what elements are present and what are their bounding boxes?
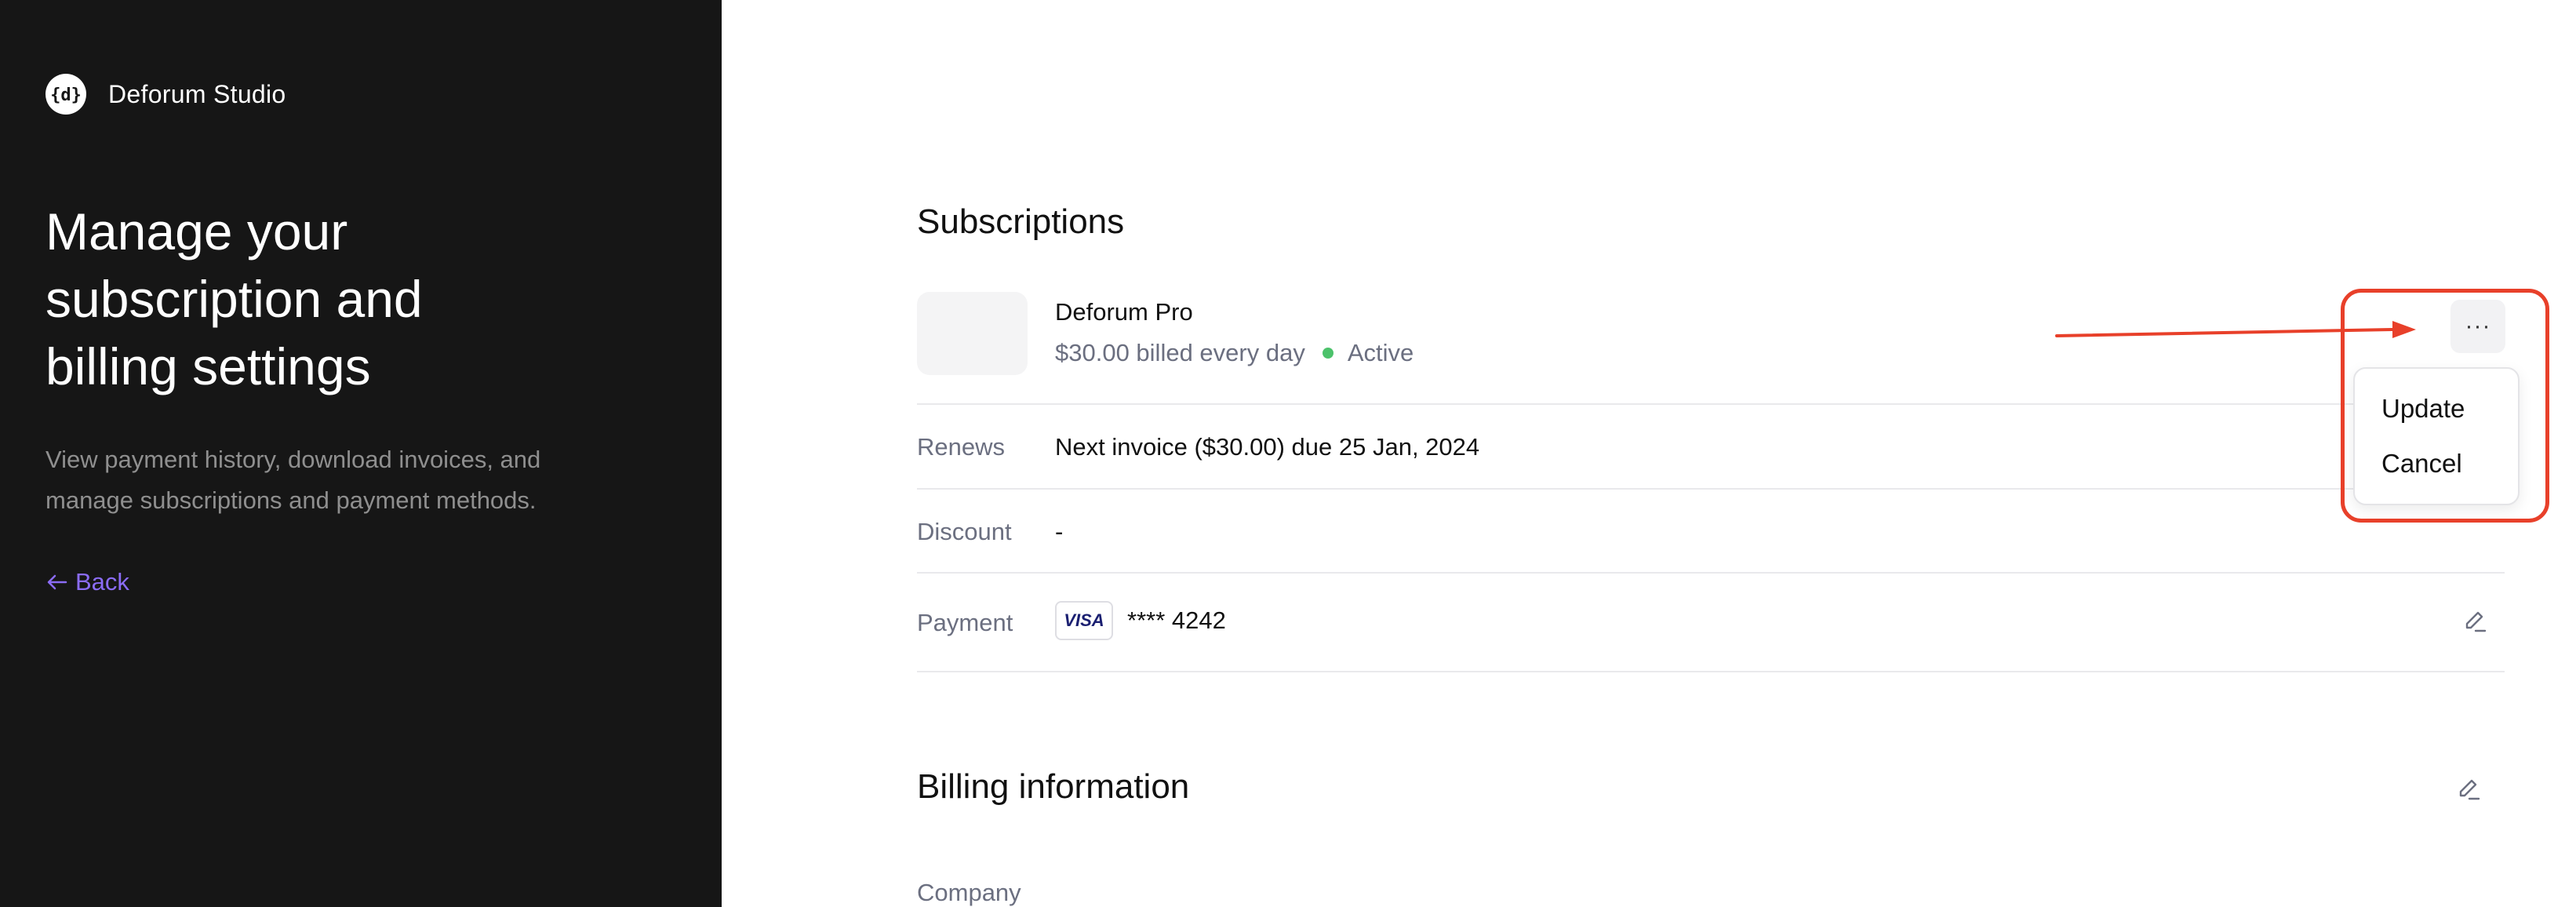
brand-logo: {d}	[45, 74, 86, 115]
status-dot-icon	[1322, 348, 1333, 359]
card-number: **** 4242	[1127, 606, 1226, 634]
page-description: View payment history, download invoices,…	[45, 446, 541, 514]
payment-label: Payment	[917, 609, 1013, 636]
logo-text: {d}	[50, 86, 82, 105]
divider	[917, 488, 2505, 490]
brand-name: Deforum Studio	[108, 79, 286, 108]
divider	[917, 403, 2505, 405]
renews-value: Next invoice ($30.00) due 25 Jan, 2024	[1055, 433, 1480, 461]
renews-label: Renews	[917, 433, 1005, 461]
pencil-icon	[2465, 611, 2487, 632]
visa-card-icon: VISA	[1055, 601, 1113, 640]
company-label: Company	[917, 879, 1021, 906]
edit-billing-button[interactable]	[2451, 772, 2486, 807]
page-headline: Manage your subscription and billing set…	[45, 202, 423, 395]
discount-value: -	[1055, 518, 1064, 545]
annotation-highlight-box	[2341, 289, 2549, 523]
back-link[interactable]: Back	[45, 568, 129, 596]
billing-information-title: Billing information	[917, 767, 1190, 806]
divider	[917, 671, 2505, 672]
subscription-thumbnail	[917, 292, 1028, 375]
payment-method: VISA **** 4242	[1055, 601, 1226, 640]
sidebar-panel: {d} Deforum Studio Manage your subscript…	[0, 0, 722, 907]
arrow-left-icon	[47, 574, 67, 590]
brand: {d} Deforum Studio	[45, 74, 286, 115]
subscription-billing: $30.00 billed every day	[1055, 339, 1305, 366]
pencil-icon	[2459, 779, 2480, 800]
edit-payment-button[interactable]	[2458, 604, 2492, 639]
discount-label: Discount	[917, 518, 1012, 545]
subscriptions-title: Subscriptions	[917, 202, 1125, 241]
main-content: Subscriptions Deforum Pro $30.00 billed …	[917, 0, 2505, 907]
subscription-meta: $30.00 billed every day Active	[1055, 339, 1414, 367]
subscription-name: Deforum Pro	[1055, 298, 1193, 326]
divider	[917, 572, 2505, 574]
back-label: Back	[75, 568, 129, 596]
subscription-status: Active	[1347, 339, 1414, 366]
